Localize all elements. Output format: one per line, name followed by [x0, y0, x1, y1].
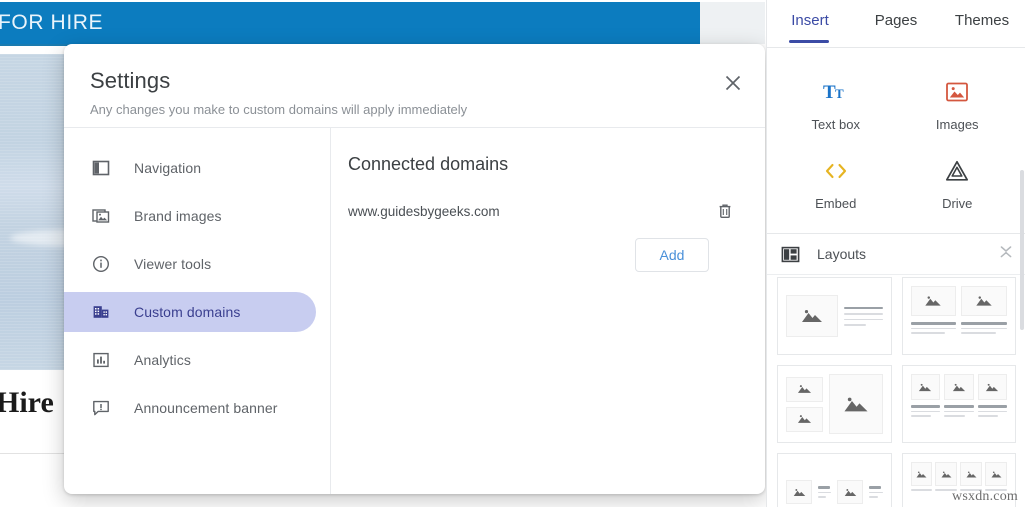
active-tab-indicator: [789, 40, 829, 43]
insert-tool-label: Text box: [811, 117, 860, 132]
navigation-panel-icon: [90, 157, 112, 179]
svg-text:T: T: [835, 86, 844, 101]
sidebar-item-label: Custom domains: [134, 304, 241, 320]
brand-images-icon: [90, 205, 112, 227]
insert-drive-button[interactable]: Drive: [897, 144, 1019, 223]
sidebar-item-label: Viewer tools: [134, 256, 212, 272]
chevron-collapse-icon[interactable]: [998, 244, 1014, 265]
layout-grid-icon: [779, 245, 801, 264]
dialog-body: Navigation Brand images Viewer tools Cus…: [64, 128, 765, 494]
sidebar-item-brand-images[interactable]: Brand images: [64, 196, 316, 236]
tab-pages[interactable]: Pages: [853, 10, 939, 29]
layouts-section-label: Layouts: [817, 246, 867, 262]
sidebar-item-custom-domains[interactable]: Custom domains: [64, 292, 316, 332]
drive-icon: [945, 156, 969, 186]
sidebar-item-label: Analytics: [134, 352, 191, 368]
layout-thumbnail[interactable]: [777, 365, 892, 443]
sidebar-item-label: Navigation: [134, 160, 202, 176]
insert-tool-label: Drive: [942, 196, 973, 211]
tab-insert[interactable]: Insert: [767, 10, 853, 29]
layouts-header-divider: [767, 274, 1025, 275]
sidebar-item-analytics[interactable]: Analytics: [64, 340, 316, 380]
layout-thumbnail[interactable]: [901, 277, 1016, 355]
code-embed-icon: [822, 156, 850, 186]
dialog-title: Settings: [90, 68, 171, 93]
sidebar-item-announcement-banner[interactable]: Announcement banner: [64, 388, 316, 428]
scrollbar-thumb[interactable]: [1020, 170, 1024, 330]
settings-nav: Navigation Brand images Viewer tools Cus…: [64, 128, 330, 494]
add-button[interactable]: Add: [635, 238, 709, 272]
insert-embed-button[interactable]: Embed: [775, 144, 897, 223]
panel-tabs: Insert Pages Themes: [767, 0, 1025, 43]
sidebar-item-label: Brand images: [134, 208, 222, 224]
page-title: Connected domains: [348, 154, 509, 174]
info-circle-icon: [90, 253, 112, 275]
insert-tool-label: Embed: [815, 196, 857, 211]
bar-chart-icon: [90, 349, 112, 371]
insert-tool-label: Images: [935, 117, 979, 132]
insert-row-2: Embed Drive: [775, 144, 1018, 223]
dialog-header: Settings Any changes you make to custom …: [64, 44, 765, 124]
layout-thumbnail[interactable]: [777, 277, 892, 355]
tab-themes[interactable]: Themes: [939, 10, 1025, 29]
tabs-divider: [767, 47, 1025, 48]
layouts-row: [777, 365, 1016, 443]
site-banner: FOR HIRE: [0, 2, 700, 44]
settings-dialog: Settings Any changes you make to custom …: [64, 44, 765, 494]
close-icon[interactable]: [718, 68, 748, 98]
layouts-row: [777, 277, 1016, 355]
layout-thumbnail[interactable]: [777, 453, 892, 507]
site-banner-text: FOR HIRE: [0, 11, 104, 34]
domain-name: www.guidesbygeeks.com: [348, 203, 500, 219]
watermark: wsxdn.com: [952, 489, 1018, 504]
sidebar-item-viewer-tools[interactable]: Viewer tools: [64, 244, 316, 284]
layouts-section-header[interactable]: Layouts: [767, 234, 1025, 274]
sidebar-item-label: Announcement banner: [134, 400, 278, 416]
announcement-icon: [90, 397, 112, 419]
building-domain-icon: [90, 301, 112, 323]
dialog-subtitle: Any changes you make to custom domains w…: [90, 102, 468, 117]
image-icon: [945, 77, 969, 107]
domain-row: www.guidesbygeeks.com: [348, 198, 738, 224]
panel-scrollbar[interactable]: [1020, 50, 1025, 507]
insert-tools-grid: T T Text box Images Embed Drive: [767, 55, 1025, 225]
insert-text-box-button[interactable]: T T Text box: [775, 65, 897, 144]
connected-domains-pane: Connected domains www.guidesbygeeks.com …: [330, 128, 765, 494]
text-box-icon: T T: [823, 77, 849, 107]
right-side-panel: Insert Pages Themes T T Text box Images …: [766, 0, 1025, 507]
layouts-thumbnail-list: [767, 277, 1025, 507]
layout-thumbnail[interactable]: [901, 365, 1016, 443]
banner-right-strip: [700, 2, 765, 44]
sidebar-item-navigation[interactable]: Navigation: [64, 148, 316, 188]
insert-row-1: T T Text box Images: [775, 65, 1018, 144]
insert-images-button[interactable]: Images: [897, 65, 1019, 144]
trash-icon[interactable]: [712, 198, 738, 224]
